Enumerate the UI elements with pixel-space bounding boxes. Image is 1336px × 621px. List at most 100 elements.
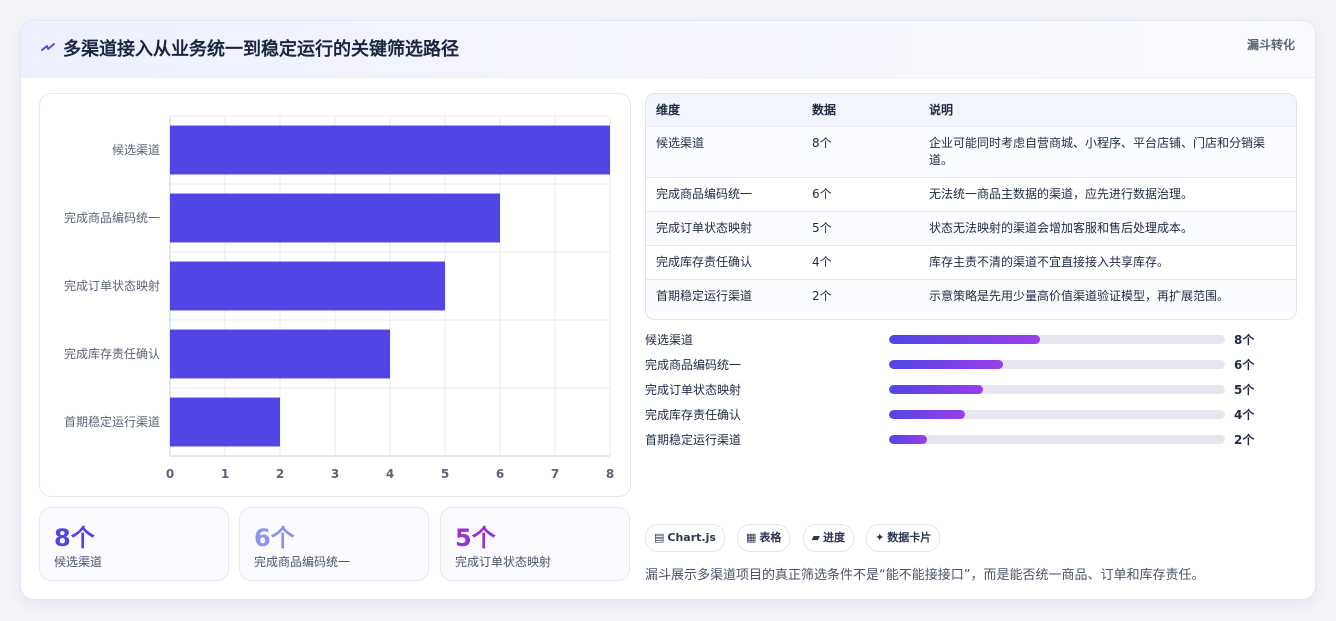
stat-label: 完成订单状态映射	[455, 555, 552, 569]
progress-label: 完成商品编码统一	[645, 358, 742, 372]
chip-label: 表格	[759, 531, 782, 544]
progress-list: 候选渠道 8个 完成商品编码统一 6个 完成订单状态映射 5个 完成库存责任确认…	[645, 329, 1295, 454]
dashboard-card: 多渠道接入从业务统一到稳定运行的关键筛选路径 漏斗转化 0 1 2 3 4 5 6 7 8 候选渠…	[20, 20, 1316, 600]
cell-description: 无法统一商品主数据的渠道，应先进行数据治理。	[929, 186, 1194, 201]
progress-fill	[889, 435, 927, 444]
x-tick-label: 6	[496, 467, 504, 481]
cell-description: 库存主责不清的渠道不宜直接接入共享库存。	[929, 254, 1170, 269]
cell-dimension: 首期稳定运行渠道	[656, 288, 753, 303]
progress-row: 完成订单状态映射 5个	[645, 379, 1295, 404]
progress-row: 完成库存责任确认 4个	[645, 404, 1295, 429]
progress-track	[889, 385, 1225, 394]
progress-row: 首期稳定运行渠道 2个	[645, 429, 1295, 454]
progress-fill	[889, 360, 1004, 369]
progress-row: 完成商品编码统一 6个	[645, 354, 1295, 379]
progress-row: 候选渠道 8个	[645, 329, 1295, 354]
stat-value: 8个	[54, 524, 95, 552]
bar[interactable]	[170, 193, 500, 243]
stat-value: 6个	[254, 524, 295, 552]
progress-label: 完成订单状态映射	[645, 383, 742, 397]
progress-track	[889, 335, 1225, 344]
x-tick-label: 7	[551, 467, 559, 481]
bar[interactable]	[170, 329, 390, 379]
x-tick-label: 1	[221, 467, 229, 481]
cell-data: 5个	[812, 220, 832, 235]
progress-label: 完成库存责任确认	[645, 408, 742, 422]
table-icon: ▦	[746, 531, 757, 544]
x-tick-label: 4	[386, 467, 394, 481]
column-header-data: 数据	[812, 103, 837, 118]
stat-card-order-mapped: 5个 完成订单状态映射	[440, 507, 630, 581]
chip-progress[interactable]: ▰ 进度	[802, 524, 854, 552]
progress-icon: ▰	[811, 531, 820, 544]
table-row: 候选渠道 8个 企业可能同时考虑自营商城、小程序、平台店铺、门店和分销渠道。	[646, 126, 1296, 177]
chip-table[interactable]: ▦ 表格	[737, 524, 791, 552]
data-table: 维度 数据 说明 候选渠道 8个 企业可能同时考虑自营商城、小程序、平台店铺、门…	[646, 94, 1296, 313]
column-header-dimension: 维度	[656, 103, 681, 118]
bar-chart-panel: 0 1 2 3 4 5 6 7 8 候选渠道完成商品编码统一 完成订单状态映射 完成库存责任确认 首期稳…	[39, 93, 631, 497]
cell-data: 4个	[812, 254, 832, 269]
cell-description: 示意策略是先用少量高价值渠道验证模型，再扩展范围。	[929, 288, 1230, 303]
progress-fill	[889, 385, 984, 394]
x-tick-label: 5	[441, 467, 449, 481]
stat-card-sku-unified: 6个 完成商品编码统一	[239, 507, 429, 581]
table-row: 完成订单状态映射 5个 状态无法映射的渠道会增加客服和售后处理成本。	[646, 211, 1296, 245]
cell-dimension: 完成商品编码统一	[656, 186, 753, 201]
cell-description: 企业可能同时考虑自营商城、小程序、平台店铺、门店和分销渠道。	[929, 135, 1266, 167]
page-title: 多渠道接入从业务统一到稳定运行的关键筛选路径	[63, 39, 459, 60]
progress-track	[889, 435, 1225, 444]
table-header-row: 维度 数据 说明	[646, 94, 1296, 126]
stat-label: 候选渠道	[54, 555, 103, 569]
footnote: 漏斗展示多渠道项目的真正筛选条件不是“能不能接接口”，而是能否统一商品、订单和库…	[645, 568, 1205, 583]
x-tick-label: 3	[331, 467, 339, 481]
spark-icon	[41, 43, 55, 51]
progress-label: 候选渠道	[645, 333, 694, 347]
cell-dimension: 完成库存责任确认	[656, 254, 753, 269]
cell-data: 8个	[812, 135, 832, 150]
x-tick-label: 8	[606, 467, 614, 481]
chart-icon: ▤	[654, 531, 665, 544]
table-row: 完成库存责任确认 4个 库存主责不清的渠道不宜直接接入共享库存。	[646, 245, 1296, 279]
y-category-label: 候选渠道	[112, 143, 160, 157]
bar[interactable]	[170, 397, 280, 447]
card-header: 多渠道接入从业务统一到稳定运行的关键筛选路径 漏斗转化	[21, 21, 1315, 78]
progress-track	[889, 360, 1225, 369]
cell-dimension: 候选渠道	[656, 135, 705, 150]
progress-value: 6个	[1234, 358, 1255, 372]
cell-data: 6个	[812, 186, 832, 201]
chip-label: 数据卡片	[887, 531, 932, 544]
stat-label: 完成商品编码统一	[254, 555, 351, 569]
progress-track	[889, 410, 1225, 419]
stat-card-candidate: 8个 候选渠道	[39, 507, 229, 581]
progress-value: 8个	[1234, 333, 1255, 347]
column-header-description: 说明	[929, 103, 954, 118]
bar-chart: 0 1 2 3 4 5 6 7 8 候选渠道完成商品编码统一完成订单状态映射完成库存责任确认首期稳…	[64, 115, 614, 481]
cell-description: 状态无法映射的渠道会增加客服和售后处理成本。	[929, 220, 1194, 235]
bar[interactable]	[170, 125, 610, 175]
table-row: 首期稳定运行渠道 2个 示意策略是先用少量高价值渠道验证模型，再扩展范围。	[646, 279, 1296, 313]
progress-value: 5个	[1234, 383, 1255, 397]
y-category-label: 完成库存责任确认	[64, 346, 160, 361]
data-table-panel: 维度 数据 说明 候选渠道 8个 企业可能同时考虑自营商城、小程序、平台店铺、门…	[645, 93, 1297, 320]
y-category-label: 首期稳定运行渠道	[64, 414, 160, 429]
bar[interactable]	[170, 261, 445, 311]
cell-dimension: 完成订单状态映射	[656, 220, 753, 235]
y-category-label: 完成订单状态映射	[64, 278, 160, 293]
progress-fill	[889, 410, 965, 419]
card-icon: ✦	[875, 531, 885, 544]
progress-fill	[889, 335, 1041, 344]
x-tick-label: 0	[166, 467, 174, 481]
table-row: 完成商品编码统一 6个 无法统一商品主数据的渠道，应先进行数据治理。	[646, 177, 1296, 211]
progress-value: 2个	[1234, 433, 1255, 447]
cell-data: 2个	[812, 288, 832, 303]
x-tick-label: 2	[276, 467, 284, 481]
chip-label: 进度	[822, 531, 845, 544]
y-category-label: 完成商品编码统一	[64, 210, 160, 225]
chip-data-card[interactable]: ✦ 数据卡片	[866, 524, 941, 552]
category-tag: 漏斗转化	[1246, 38, 1295, 52]
chip-chartjs[interactable]: ▤ Chart.js	[645, 524, 725, 552]
chip-label: Chart.js	[667, 531, 716, 544]
tech-chips: ▤ Chart.js ▦ 表格 ▰ 进度 ✦ 数据卡片	[645, 524, 947, 552]
stat-value: 5个	[455, 524, 496, 552]
progress-label: 首期稳定运行渠道	[645, 433, 742, 447]
